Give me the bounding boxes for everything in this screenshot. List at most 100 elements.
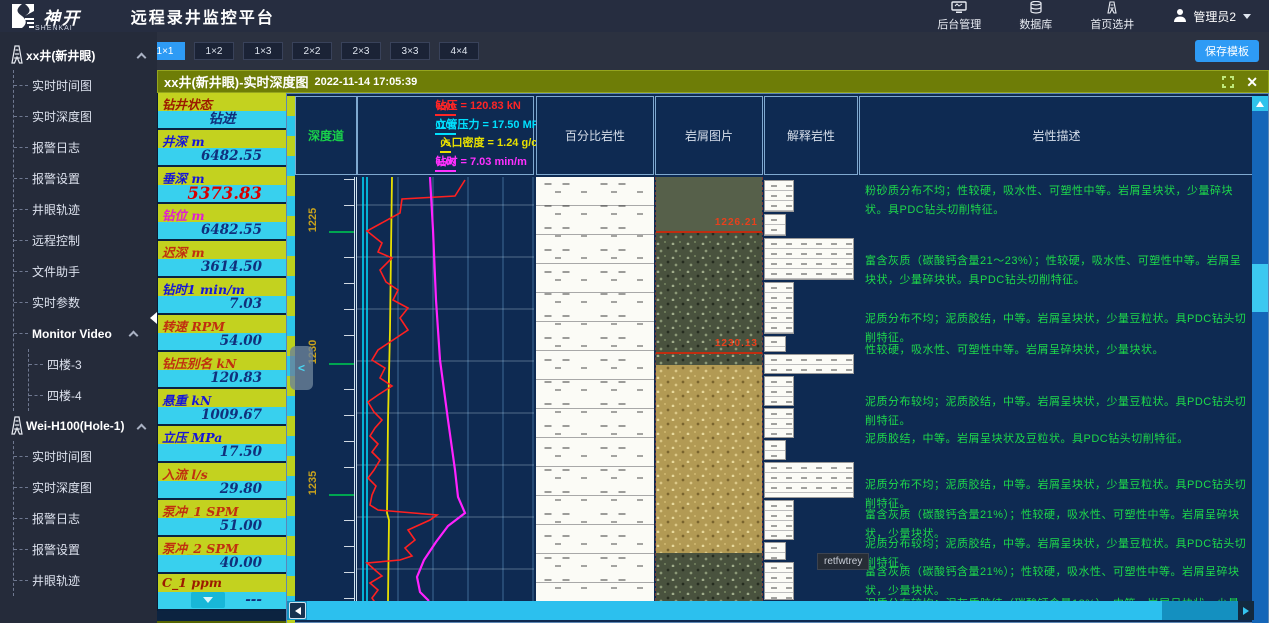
top-navbar: 神开 SHENKAI 远程录井监控平台 后台管理数据库首页选井管理员2: [0, 0, 1269, 32]
sidebar-group[interactable]: Monitor Video: [14, 318, 157, 349]
curve-legend-row: 0钻时 = 7.03 min/m100: [435, 155, 455, 172]
panel-collapse-tab[interactable]: <: [290, 346, 313, 390]
tree-dash: [14, 302, 28, 303]
top-menu-item-monitor[interactable]: 后台管理: [937, 1, 981, 30]
minor-tick: [344, 389, 354, 390]
parameter-row: 钻压别名 kN120.83: [158, 352, 286, 389]
grid-button-3×3[interactable]: 3×3: [390, 42, 430, 60]
photo-depth-label: 1230.13: [715, 338, 758, 349]
lithology-description: 富含灰质（碳酸钙含量21～23%）；性较硬，吸水性、可塑性中等。岩屑呈块状，少量…: [865, 252, 1250, 291]
column-header-cuttings-photo: 岩屑图片: [655, 96, 763, 175]
parameter-value: 54.00: [158, 333, 286, 350]
user-name: 管理员2: [1193, 8, 1236, 25]
scroll-up-arrow-icon[interactable]: [1252, 96, 1268, 111]
lithology-description: 泥质分布较均；泥质胶结，中等。岩屑呈块状，少量豆粒状。具PDC钻头切削特征。: [865, 393, 1250, 432]
expand-icon[interactable]: [1222, 76, 1234, 88]
parameter-value: 29.80: [158, 481, 286, 498]
collapse-caret-icon: [137, 423, 147, 433]
monitor-icon: [951, 1, 967, 18]
cuttings-photo: [656, 553, 762, 601]
sidebar-item[interactable]: 文件助手: [14, 256, 157, 287]
well-header-1[interactable]: Wei-H100(Hole-1): [0, 411, 157, 441]
realtime-parameter-panel: 钻井状态钻进井深 m6482.55垂深 m5373.83钻位 m6482.55迟…: [157, 93, 286, 611]
curve-legend: 0钻压 = 120.83 kN5000立管压力 = 17.50 MPa1000入…: [357, 96, 534, 175]
sidebar-subitem[interactable]: 四楼-3: [29, 349, 157, 380]
cuttings-photo: [656, 365, 762, 553]
top-menu-label: 后台管理: [937, 19, 981, 31]
well-header-0[interactable]: xx井(新井眼): [0, 40, 157, 70]
sidebar-item-label: 文件助手: [32, 263, 80, 280]
value-dropdown-button[interactable]: [191, 592, 225, 608]
curve-legend-row: 0立管压力 = 17.50 MPa100: [435, 118, 455, 135]
sidebar-item[interactable]: 实时时间图: [14, 70, 157, 101]
grid-button-2×2[interactable]: 2×2: [292, 42, 332, 60]
sidebar-item[interactable]: 实时参数: [14, 287, 157, 318]
tree-dash: [14, 116, 28, 117]
sidebar-item[interactable]: 报警设置: [14, 534, 157, 565]
sidebar-item[interactable]: 实时深度图: [14, 472, 157, 503]
interp-lithology-block: [764, 282, 794, 334]
sidebar-collapse-arrow-icon[interactable]: [150, 312, 157, 324]
derrick-icon: [1104, 1, 1120, 18]
save-template-button[interactable]: 保存模板: [1195, 40, 1259, 62]
interp-lithology-block: [764, 376, 794, 406]
sidebar-item[interactable]: 实时时间图: [14, 441, 157, 472]
parameter-row: 垂深 m5373.83: [158, 167, 286, 204]
hover-tooltip: retfwtrey: [817, 553, 869, 570]
sidebar-item[interactable]: 报警日志: [14, 132, 157, 163]
sidebar-item[interactable]: 实时深度图: [14, 101, 157, 132]
tree-dash: [14, 271, 28, 272]
grid-button-2×3[interactable]: 2×3: [341, 42, 381, 60]
parameter-label: 钻时1 min/m: [158, 278, 286, 296]
parameter-row: 泵冲_2 SPM40.00: [158, 537, 286, 574]
plot-area: 122512301235 1226.211230.13 粉砂质分布不均；性较硬，…: [287, 177, 1254, 601]
grid-button-1×3[interactable]: 1×3: [243, 42, 283, 60]
parameter-row: 立压 MPa17.50: [158, 426, 286, 463]
sidebar-item-label: 实时时间图: [32, 77, 92, 94]
parameter-row: 入流 l/s29.80: [158, 463, 286, 500]
user-menu[interactable]: 管理员2: [1172, 8, 1251, 25]
photo-depth-label: 1226.21: [715, 217, 758, 228]
derrick-icon: [8, 45, 26, 65]
sidebar-item[interactable]: 远程控制: [14, 225, 157, 256]
interp-lithology-block: [764, 440, 786, 460]
sidebar-item[interactable]: 井眼轨迹: [14, 194, 157, 225]
percent-lithology-column: [536, 177, 654, 601]
rop-curve: [417, 177, 465, 601]
minor-tick: [344, 257, 354, 258]
scroll-left-arrow-icon[interactable]: [289, 602, 306, 619]
parameter-value: 3614.50: [158, 259, 286, 276]
sidebar-item[interactable]: 报警设置: [14, 163, 157, 194]
top-menu-item-database[interactable]: 数据库: [1019, 1, 1052, 30]
user-icon: [1172, 8, 1188, 25]
parameter-label: 转速 RPM: [158, 315, 286, 333]
grid-button-1×2[interactable]: 1×2: [194, 42, 234, 60]
parameter-value: 40.00: [158, 555, 286, 572]
interp-lithology-block: [764, 562, 794, 600]
vertical-scroll-thumb[interactable]: [1252, 264, 1268, 312]
sidebar-item-label: 实时时间图: [32, 448, 92, 465]
scroll-right-arrow-icon[interactable]: [1238, 601, 1254, 620]
minor-tick: [344, 598, 354, 599]
lithology-description: 泥质胶结，中等。岩屑呈块状及豆粒状。具PDC钻头切削特征。: [865, 430, 1250, 449]
horizontal-scrollbar[interactable]: [287, 601, 1254, 620]
interp-lithology-block: [764, 354, 854, 374]
grid-button-4×4[interactable]: 4×4: [439, 42, 479, 60]
tree-dash: [29, 395, 43, 396]
sidebar-item[interactable]: 井眼轨迹: [14, 565, 157, 596]
sidebar-subitem[interactable]: 四楼-4: [29, 380, 157, 411]
close-icon[interactable]: ✕: [1246, 75, 1258, 89]
sidebar-item[interactable]: 报警日志: [14, 503, 157, 534]
parameter-value: 7.03: [158, 296, 286, 313]
parameter-value: 6482.55: [158, 222, 286, 239]
horizontal-scroll-thumb[interactable]: [307, 601, 1162, 620]
sidebar-item-label: 远程控制: [32, 232, 80, 249]
top-menu-label: 数据库: [1019, 19, 1052, 31]
minor-tick: [344, 335, 354, 336]
vertical-scrollbar[interactable]: [1252, 96, 1268, 623]
parameter-label: 泵冲_2 SPM: [158, 537, 286, 555]
top-menu-item-derrick[interactable]: 首页选井: [1090, 1, 1134, 30]
sidebar-group-label: Monitor Video: [32, 327, 112, 341]
tree-dash: [14, 85, 28, 86]
chevron-down-icon: [203, 597, 213, 603]
